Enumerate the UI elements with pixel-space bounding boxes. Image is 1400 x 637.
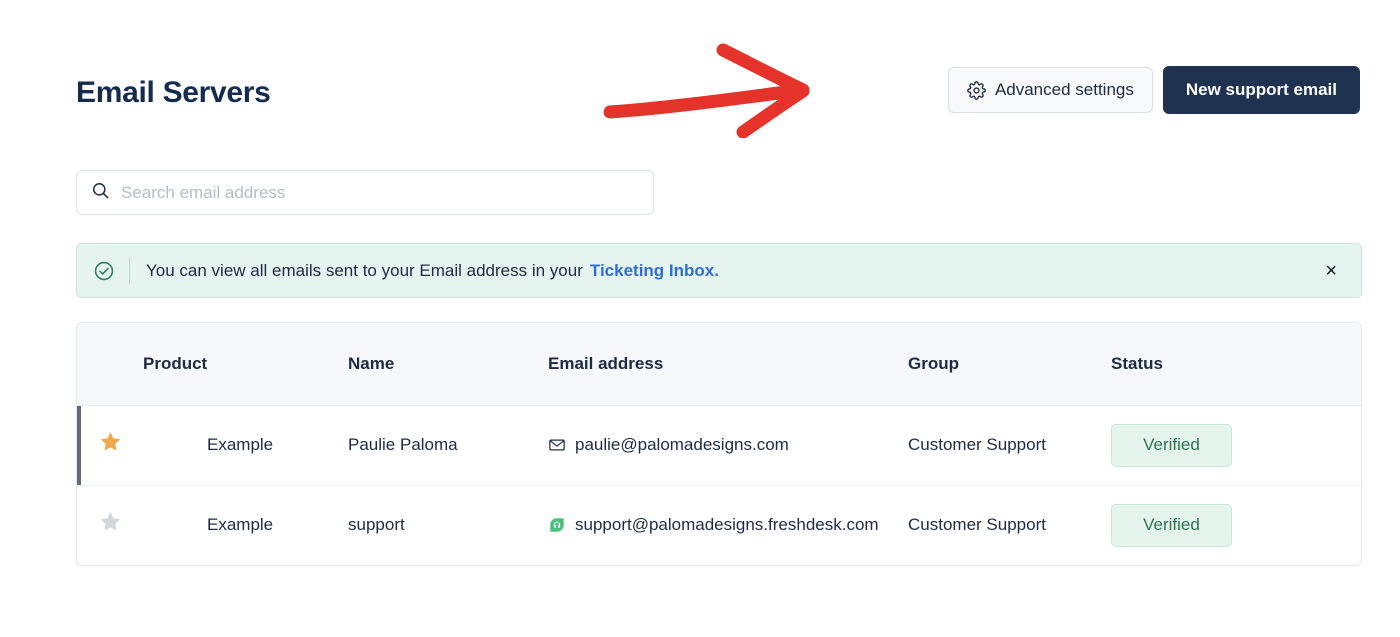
column-header-email: Email address: [548, 323, 908, 406]
header-actions: Advanced settings New support email: [947, 66, 1360, 114]
banner-close-button[interactable]: ×: [1319, 257, 1343, 285]
favorite-cell[interactable]: [77, 405, 143, 486]
gear-icon: [967, 80, 986, 100]
advanced-settings-button[interactable]: Advanced settings: [947, 67, 1153, 113]
cell-product: Example: [207, 515, 274, 534]
cell-product: Example: [143, 405, 348, 486]
cell-name: support: [348, 515, 405, 534]
banner-text: You can view all emails sent to your Ema…: [146, 261, 1319, 281]
envelope-icon: [548, 436, 566, 454]
cell-name: Paulie Paloma: [348, 405, 548, 486]
star-outline-icon[interactable]: [99, 510, 122, 533]
table-header-row: Product Name Email address Group Status: [77, 323, 1361, 406]
email-address-text: support@palomadesigns.freshdesk.com: [575, 515, 879, 534]
new-support-email-button[interactable]: New support email: [1162, 66, 1360, 114]
banner-divider: [129, 257, 130, 284]
status-badge: Verified: [1111, 503, 1232, 547]
email-servers-table-card: Product Name Email address Group Status: [76, 322, 1362, 566]
status-badge: Verified: [1111, 423, 1232, 467]
info-banner: You can view all emails sent to your Ema…: [76, 243, 1362, 298]
cell-group: Customer Support: [908, 405, 1111, 486]
star-filled-icon[interactable]: [99, 430, 122, 453]
email-address-text: paulie@palomadesigns.com: [575, 435, 789, 454]
email-servers-page: Email Servers Advanced settings New supp…: [0, 0, 1400, 637]
column-header-status: Status: [1111, 323, 1361, 406]
page-header: Email Servers Advanced settings New supp…: [0, 0, 1400, 150]
table-body: Example Paulie Paloma paulie@palomadesig…: [77, 405, 1361, 565]
email-servers-table: Product Name Email address Group Status: [77, 323, 1361, 565]
banner-message: You can view all emails sent to your Ema…: [146, 260, 583, 280]
search-input[interactable]: [121, 171, 639, 214]
page-title: Email Servers: [76, 76, 271, 109]
freshdesk-icon: [548, 516, 566, 534]
ticketing-inbox-link[interactable]: Ticketing Inbox.: [590, 261, 719, 280]
table-header: Product Name Email address Group Status: [77, 323, 1361, 406]
table-row[interactable]: Example support support@palomadesigns.fr…: [77, 485, 1361, 565]
cell-group: Customer Support: [908, 515, 1046, 534]
search-icon: [91, 181, 110, 205]
annotation-arrow-icon: [603, 43, 810, 138]
cell-email: paulie@palomadesigns.com: [548, 405, 908, 486]
advanced-settings-label: Advanced settings: [994, 80, 1134, 99]
column-header-product: Product: [143, 323, 348, 406]
cell-status: Verified: [1111, 405, 1361, 486]
column-header-group: Group: [908, 323, 1111, 406]
table-row[interactable]: Example Paulie Paloma paulie@palomadesig…: [77, 405, 1361, 486]
column-header-name: Name: [348, 323, 548, 406]
favorite-cell[interactable]: [77, 485, 143, 565]
check-circle-icon: [93, 260, 115, 282]
search-box[interactable]: [76, 170, 654, 215]
column-header-star: [77, 323, 143, 406]
cell-status: Verified: [1111, 485, 1361, 565]
cell-email: support@palomadesigns.freshdesk.com: [548, 485, 908, 565]
